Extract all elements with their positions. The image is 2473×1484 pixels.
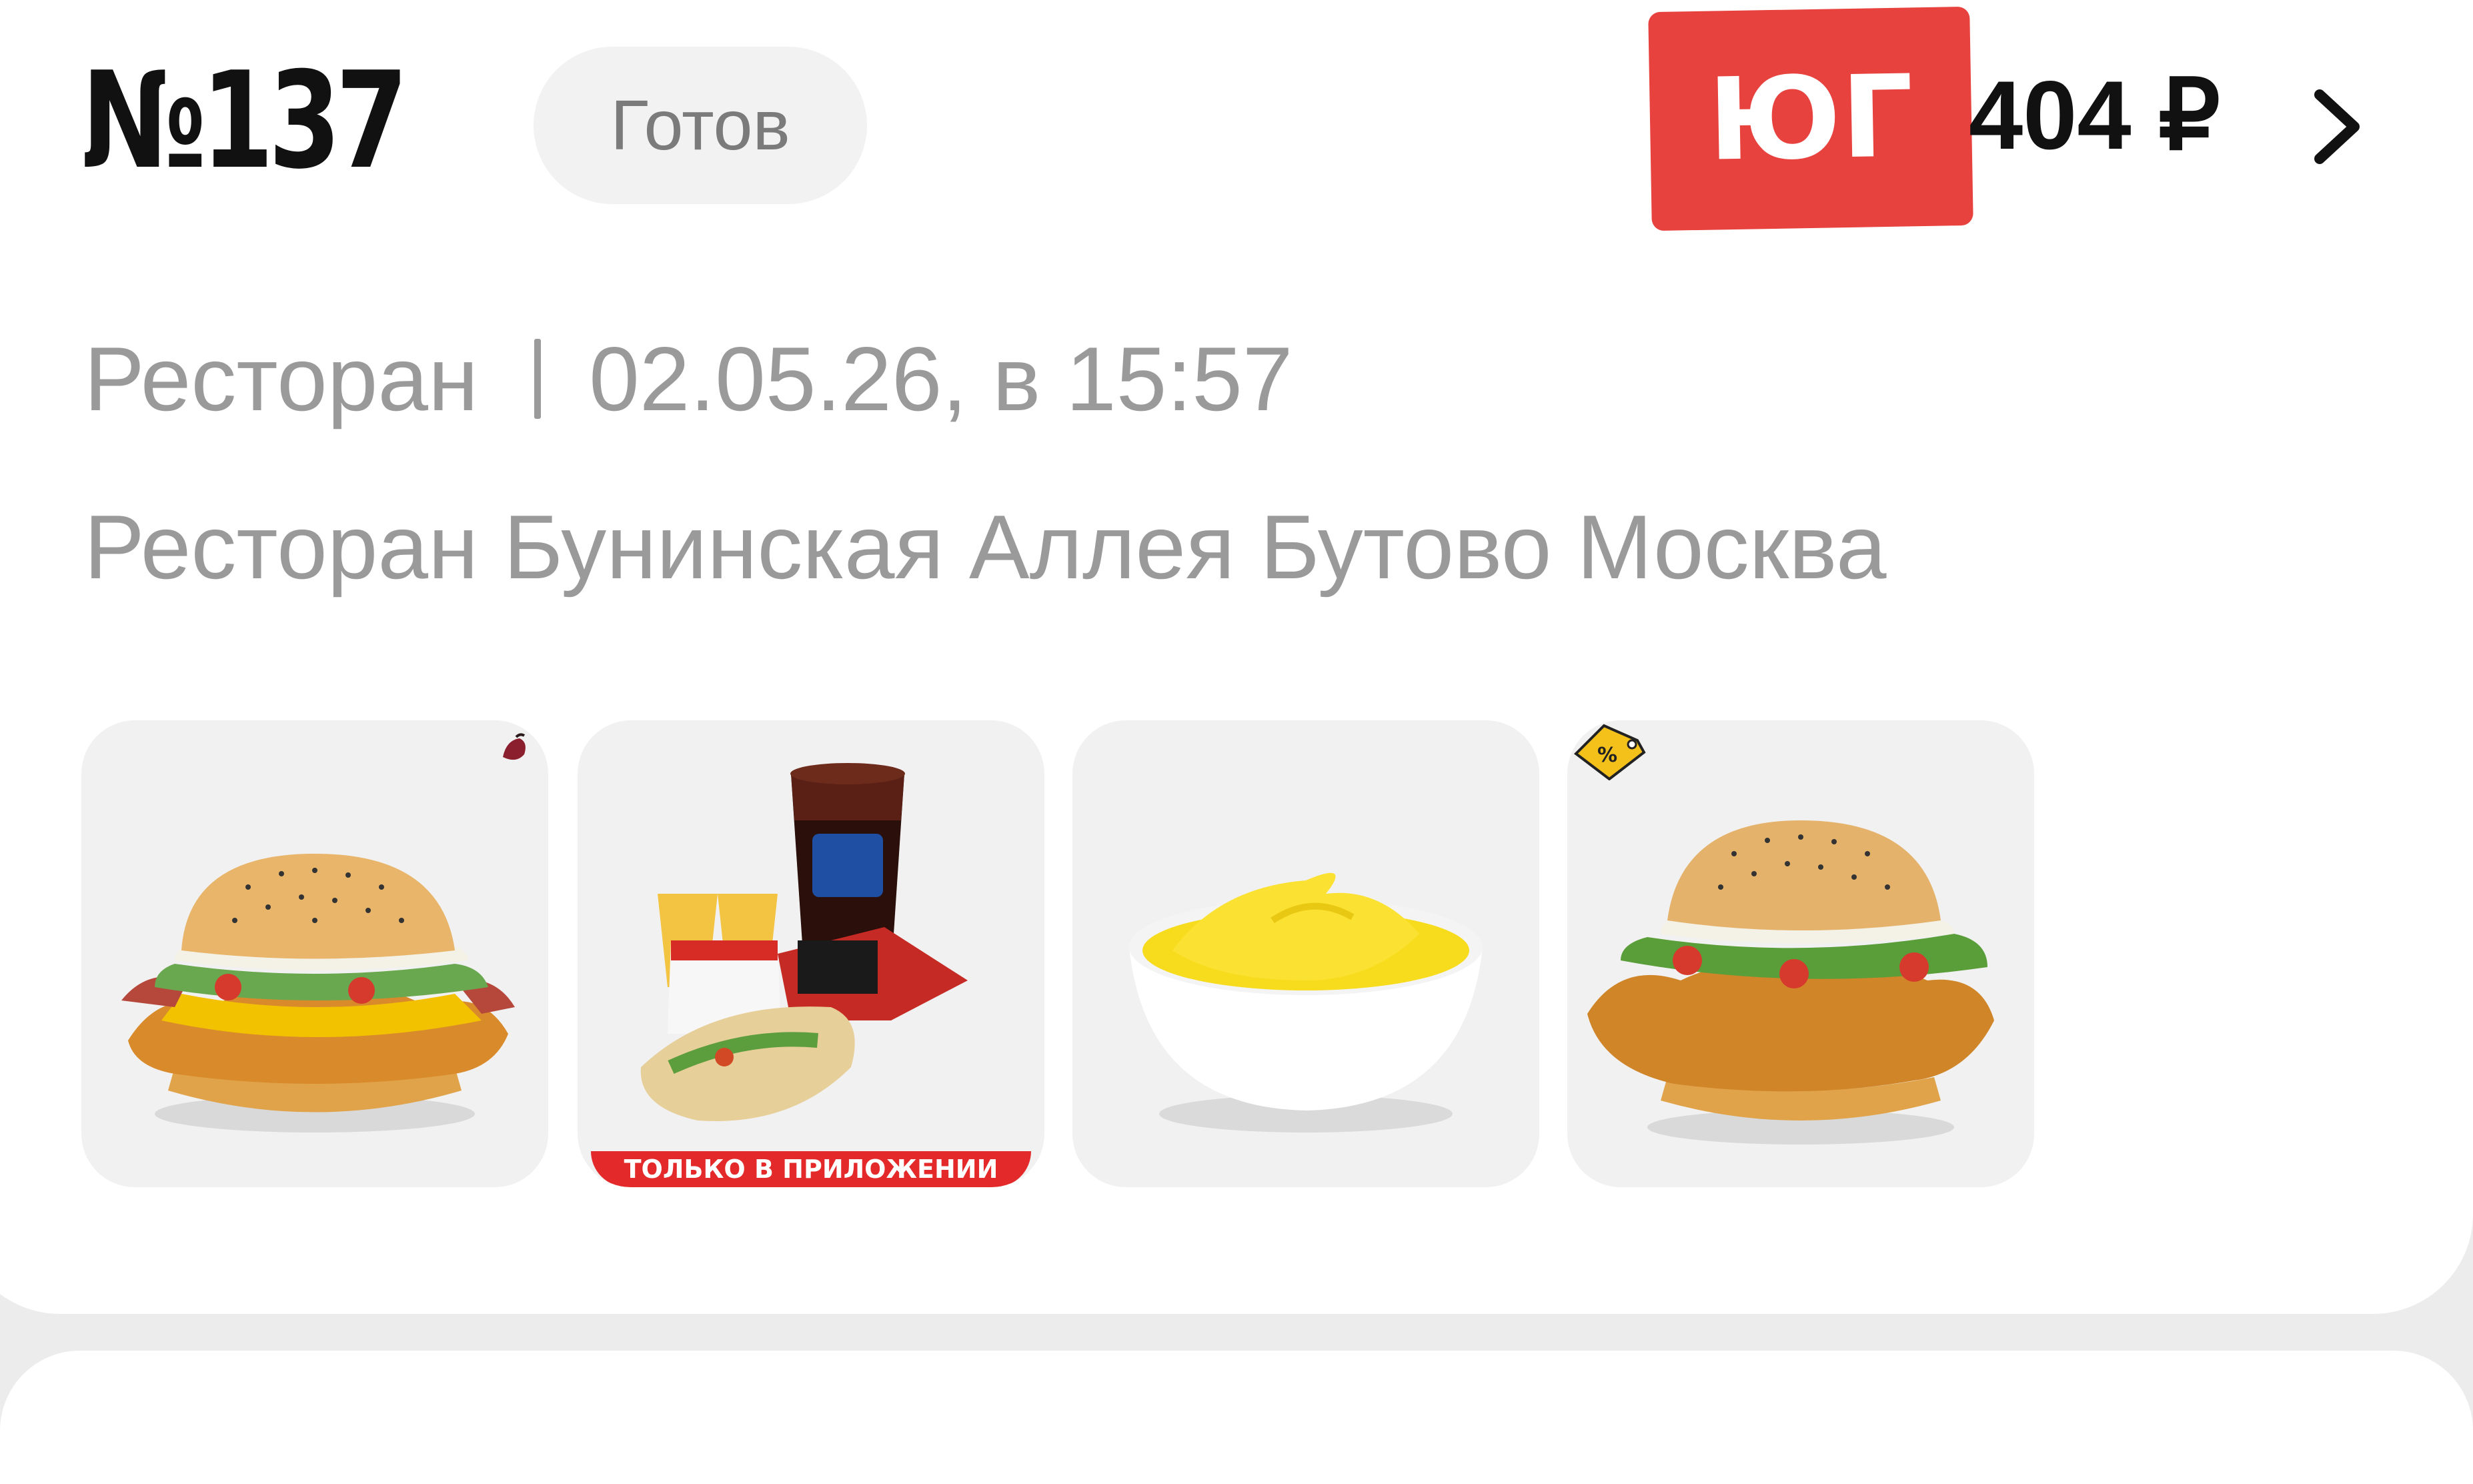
item-thumbnail[interactable]: ТОЛЬКО В ПРИЛОЖЕНИИ: [578, 720, 1044, 1187]
order-meta: Ресторан 02.05.26, в 15:57: [84, 333, 1293, 424]
status-label: Готов: [610, 85, 790, 165]
order-type: Ресторан: [84, 328, 479, 430]
region-badge: ЮГ: [1648, 6, 1973, 231]
order-number: №137: [81, 43, 408, 199]
discount-tag-icon: %: [1573, 724, 1646, 780]
status-badge: Готов: [534, 47, 867, 204]
combo-twister-fries-drink-icon: [640, 763, 968, 1121]
promo-label: ТОЛЬКО В ПРИЛОЖЕНИИ: [591, 1151, 1031, 1187]
item-thumbnail[interactable]: [81, 720, 548, 1187]
chicken-burger-bacon-icon: [121, 854, 515, 1133]
spicy-icon: [503, 733, 526, 760]
region-badge-label: ЮГ: [1707, 51, 1915, 187]
order-datetime: 02.05.26, в 15:57: [589, 328, 1293, 430]
next-order-card[interactable]: [0, 1351, 2473, 1484]
restaurant-address: Ресторан Бунинская Аллея Бутово Москва: [84, 496, 1887, 598]
item-thumbnail[interactable]: %: [1567, 720, 2034, 1187]
svg-text:%: %: [1597, 744, 1617, 767]
cheese-sauce-icon: [1129, 872, 1483, 1133]
item-thumbnail[interactable]: [1072, 720, 1539, 1187]
order-price: 404 ₽: [1969, 61, 2221, 169]
chevron-right-icon[interactable]: [2306, 87, 2366, 167]
meta-divider: [534, 339, 542, 419]
chicken-burger-icon: [1587, 820, 1994, 1145]
